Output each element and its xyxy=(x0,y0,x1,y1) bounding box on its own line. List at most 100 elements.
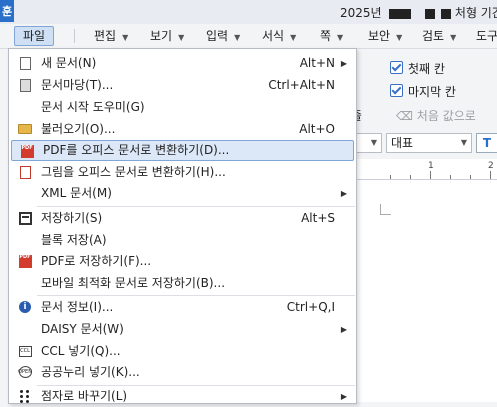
document-title-prefix: 2025년 xyxy=(340,6,382,20)
menu-item-open[interactable]: 불러오기(O)... Alt+O xyxy=(10,119,355,140)
menu-insert-label: 입력 xyxy=(206,29,229,43)
redacted-text xyxy=(425,8,436,19)
chevron-down-icon: ▼ xyxy=(234,33,241,42)
app-logo-icon[interactable]: 훈 xyxy=(0,0,14,22)
menu-separator xyxy=(37,295,355,296)
menu-item-shortcut: Ctrl+Alt+N xyxy=(268,78,335,92)
redacted-text xyxy=(389,8,412,19)
menu-item-insert-public-license[interactable]: OPEN 공공누리 넣기(K)... xyxy=(10,362,355,383)
menu-tools[interactable]: 도구 xyxy=(476,27,497,45)
menu-page[interactable]: 쪽 ▼ xyxy=(320,27,343,45)
menu-item-label: XML 문서(M) xyxy=(41,186,112,200)
menu-review[interactable]: 검토 ▼ xyxy=(422,27,456,45)
menu-item-label: 블록 저장(A) xyxy=(41,233,107,247)
menu-security-label: 보안 xyxy=(368,29,391,43)
document-wizard-icon xyxy=(18,78,32,92)
document-title: 2025년 처형 기간 xyxy=(340,4,497,21)
menu-item-label: PDF로 저장하기(F)... xyxy=(41,254,152,268)
chevron-down-icon: ▼ xyxy=(122,33,129,42)
menu-item-save[interactable]: 저장하기(S) Alt+S xyxy=(10,208,355,229)
menu-item-label: PDF를 오피스 문서로 변환하기(D)... xyxy=(43,143,230,157)
menu-item-label: 그림을 오피스 문서로 변환하기(H)... xyxy=(41,165,226,179)
chevron-down-icon: ▼ xyxy=(460,138,467,147)
chevron-down-icon: ▼ xyxy=(337,33,344,42)
menu-item-shortcut: Ctrl+Q,I xyxy=(286,300,335,314)
menu-item-label: 저장하기(S) xyxy=(41,211,103,225)
menu-page-label: 쪽 xyxy=(320,29,332,43)
ruler-tick xyxy=(390,175,391,179)
menu-review-label: 검토 xyxy=(422,29,445,43)
menu-item-pdf-to-office[interactable]: PDF PDF를 오피스 문서로 변환하기(D)... xyxy=(11,140,354,161)
menu-security[interactable]: 보안 ▼ xyxy=(368,27,402,45)
chevron-down-icon: ▼ xyxy=(370,138,377,147)
menu-item-start-helper[interactable]: 문서 시작 도우미(G) xyxy=(10,97,355,118)
menu-format-label: 서식 xyxy=(262,29,285,43)
ruler-tick xyxy=(450,175,451,179)
menu-item-save-as-pdf[interactable]: PDF PDF로 저장하기(F)... xyxy=(10,251,355,272)
menu-item-label: DAISY 문서(W) xyxy=(41,322,124,336)
page-margin-marker xyxy=(380,204,391,215)
pdf-convert-icon: PDF xyxy=(20,144,34,158)
ruler-tick xyxy=(470,175,471,179)
submenu-arrow-icon: ▶ xyxy=(340,325,347,334)
chevron-down-icon: ▼ xyxy=(178,33,185,42)
menu-format[interactable]: 서식 ▼ xyxy=(262,27,296,45)
menu-item-save-block[interactable]: 블록 저장(A) xyxy=(10,230,355,251)
new-document-icon xyxy=(18,56,32,70)
ruler-tick xyxy=(430,171,431,179)
reset-to-default-button[interactable]: ⌫ 처음 값으로 xyxy=(396,107,476,124)
braille-icon xyxy=(18,389,32,403)
horizontal-ruler[interactable]: 1 2 xyxy=(350,159,497,180)
menu-item-image-to-office[interactable]: 그림을 오피스 문서로 변환하기(H)... xyxy=(10,162,355,183)
menu-view[interactable]: 보기 ▼ xyxy=(150,27,184,45)
submenu-arrow-icon: ▶ xyxy=(340,189,347,198)
menu-edit[interactable]: 편집 ▼ xyxy=(94,27,128,45)
style-combo-value: 대표 xyxy=(391,136,414,150)
menu-item-save-mobile[interactable]: 모바일 최적화 문서로 저장하기(B)... xyxy=(10,273,355,294)
menu-item-insert-ccl[interactable]: CCL CCL 넣기(Q)... xyxy=(10,341,355,362)
menu-item-label: 문서 정보(I)... xyxy=(41,300,114,314)
menu-separator xyxy=(37,206,355,207)
menu-item-xml-document[interactable]: XML 문서(M) ▶ xyxy=(10,183,355,204)
last-column-checkbox[interactable] xyxy=(390,84,403,97)
menu-view-label: 보기 xyxy=(150,29,173,43)
menu-item-label: 불러오기(O)... xyxy=(41,122,116,136)
ccl-icon: CCL xyxy=(18,344,32,358)
text-style-button[interactable]: T xyxy=(476,133,497,153)
menu-item-daisy-document[interactable]: DAISY 문서(W) ▶ xyxy=(10,319,355,340)
menu-item-convert-braille[interactable]: 점자로 바꾸기(L) ▶ xyxy=(10,386,355,407)
redacted-text xyxy=(441,8,452,19)
document-page[interactable] xyxy=(355,180,497,402)
reset-to-default-label: 처음 값으로 xyxy=(416,109,476,123)
menu-item-label: 공공누리 넣기(K)... xyxy=(41,365,140,379)
chevron-down-icon: ▼ xyxy=(396,33,403,42)
style-combo[interactable]: 대표 ▼ xyxy=(386,133,472,153)
save-icon xyxy=(18,211,32,225)
menu-item-label: 문서 시작 도우미(G) xyxy=(41,100,145,114)
first-column-label: 첫째 칸 xyxy=(408,62,445,76)
menu-edit-label: 편집 xyxy=(94,29,117,43)
image-convert-icon xyxy=(18,165,32,179)
chevron-down-icon: ▼ xyxy=(450,33,457,42)
menu-file[interactable]: 파일 xyxy=(14,26,55,46)
menu-item-label: CCL 넣기(Q)... xyxy=(41,344,121,358)
chevron-down-icon: ▼ xyxy=(290,33,297,42)
ruler-number: 2 xyxy=(488,161,494,171)
file-menu-dropdown: 새 문서(N) Alt+N ▶ 문서마당(T)... Ctrl+Alt+N 문서… xyxy=(8,48,357,404)
font-combo[interactable]: ▼ xyxy=(356,133,382,153)
menu-item-label: 점자로 바꾸기(L) xyxy=(41,389,128,403)
menu-item-label: 새 문서(N) xyxy=(41,56,97,70)
menu-item-document-info[interactable]: i 문서 정보(I)... Ctrl+Q,I xyxy=(10,297,355,318)
pdf-icon: PDF xyxy=(18,254,32,268)
info-icon: i xyxy=(18,300,32,314)
first-column-checkbox[interactable] xyxy=(390,61,403,74)
menu-item-shortcut: Alt+O xyxy=(299,122,335,136)
menu-insert[interactable]: 입력 ▼ xyxy=(206,27,240,45)
menu-item-new-document[interactable]: 새 문서(N) Alt+N ▶ xyxy=(10,53,355,74)
ruler-tick xyxy=(410,175,411,179)
menu-item-document-wizard[interactable]: 문서마당(T)... Ctrl+Alt+N xyxy=(10,75,355,96)
menu-item-shortcut: Alt+S xyxy=(301,211,335,225)
document-title-suffix: 처형 기간 xyxy=(454,6,497,20)
menu-item-label: 모바일 최적화 문서로 저장하기(B)... xyxy=(41,276,226,290)
menu-item-label: 문서마당(T)... xyxy=(41,78,114,92)
